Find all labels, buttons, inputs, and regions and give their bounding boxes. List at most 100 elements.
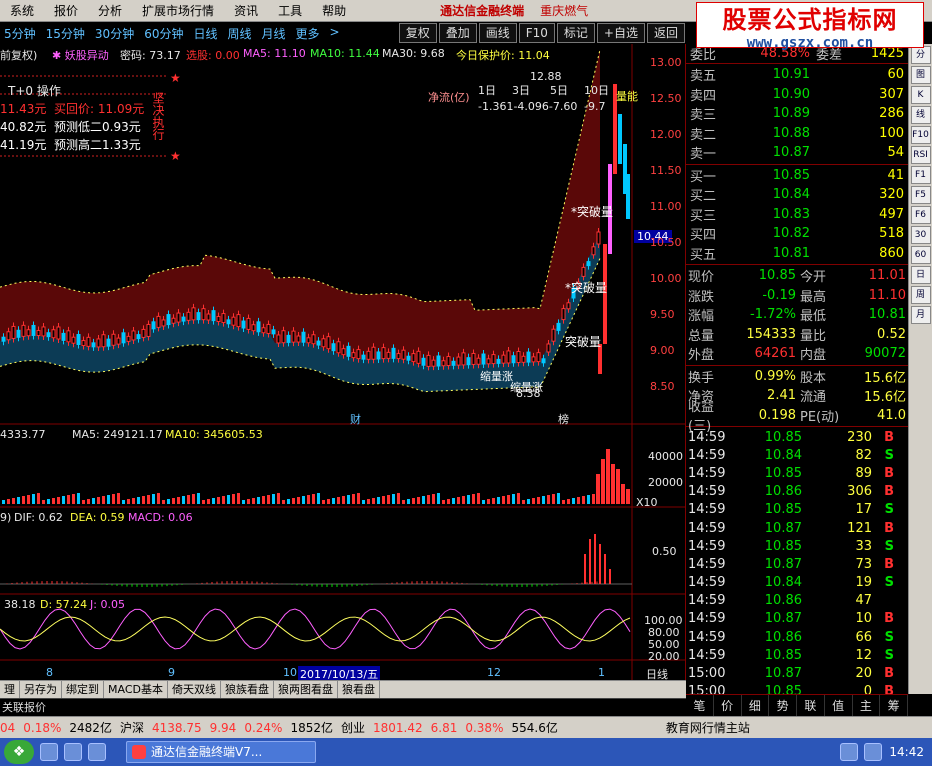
indicator-tab[interactable]: 狼族看盘 xyxy=(221,680,274,699)
candle-body xyxy=(501,354,506,364)
candle-body xyxy=(76,333,81,345)
side-toolbar-button[interactable]: F10 xyxy=(910,126,931,144)
menu-item-quote[interactable]: 报价 xyxy=(44,2,88,19)
candle-body xyxy=(276,334,281,344)
taskbar-app-item[interactable]: 通达信金融终端V7... xyxy=(126,741,316,763)
volume-bar xyxy=(477,493,480,504)
ask-row[interactable]: 卖二 10.88 100 xyxy=(686,124,908,144)
menu-item-extended-market[interactable]: 扩展市场行情 xyxy=(132,2,224,19)
side-toolbar-button[interactable]: 分 xyxy=(910,46,931,64)
side-toolbar-button[interactable]: K xyxy=(910,86,931,104)
side-toolbar-button[interactable]: 图 xyxy=(910,66,931,84)
volume-bar xyxy=(407,499,410,504)
side-toolbar-button[interactable]: 周 xyxy=(910,286,931,304)
side-toolbar-button[interactable]: RSI xyxy=(910,146,931,164)
back-button[interactable]: 返回 xyxy=(646,23,685,43)
volume-bar xyxy=(162,500,165,504)
stat2-row: 收益(三) 0.198 PE(动) 41.0 xyxy=(686,400,908,434)
period-next[interactable]: > xyxy=(330,25,340,42)
mark-button[interactable]: 标记 xyxy=(556,23,595,43)
menu-item-tools[interactable]: 工具 xyxy=(268,2,312,19)
period-5min[interactable]: 5分钟 xyxy=(4,25,36,42)
t0-star-icon: ★ xyxy=(170,149,181,163)
period-more[interactable]: 更多 xyxy=(296,25,320,42)
indicator-tab[interactable]: 狼两图看盘 xyxy=(274,680,338,699)
period-daily[interactable]: 日线 xyxy=(193,25,217,42)
side-toolbar-button[interactable]: F6 xyxy=(910,206,931,224)
net-flow-tab-5d[interactable]: 5日 xyxy=(550,82,568,98)
candle-body xyxy=(116,337,121,345)
bid-row[interactable]: 买三 10.83 497 xyxy=(686,205,908,225)
clock: 14:42 xyxy=(889,745,924,759)
period-weekly[interactable]: 周线 xyxy=(228,25,252,42)
candle-body xyxy=(16,329,21,338)
net-flow-tab-1d[interactable]: 1日 xyxy=(478,82,496,98)
volume-bar xyxy=(2,500,5,504)
quote-tab[interactable]: 联 xyxy=(797,695,825,716)
period-30min[interactable]: 30分钟 xyxy=(95,25,134,42)
side-toolbar-button[interactable]: 60 xyxy=(910,246,931,264)
ask-row[interactable]: 卖四 10.90 307 xyxy=(686,85,908,105)
side-toolbar-button[interactable]: F5 xyxy=(910,186,931,204)
bid-row[interactable]: 买五 10.81 860 xyxy=(686,244,908,264)
ma10-value: MA10: 11.44 xyxy=(310,47,380,60)
quote-tab[interactable]: 值 xyxy=(825,695,853,716)
volume-bar xyxy=(587,495,590,504)
volume-bar xyxy=(142,496,145,504)
overlay-button[interactable]: 叠加 xyxy=(438,23,477,43)
quote-tab[interactable]: 主 xyxy=(853,695,881,716)
net-flow-tab-10d[interactable]: 10日 xyxy=(584,82,609,98)
bid-row[interactable]: 买一 10.85 41 xyxy=(686,166,908,186)
side-toolbar-button[interactable]: 日 xyxy=(910,266,931,284)
candle-body xyxy=(511,355,516,364)
side-toolbar-button[interactable]: 线 xyxy=(910,106,931,124)
quote-tab[interactable]: 筹 xyxy=(880,695,908,716)
indicator-tab[interactable]: 另存为 xyxy=(20,680,62,699)
add-watchlist-button[interactable]: +自选 xyxy=(596,23,645,43)
period-monthly[interactable]: 月线 xyxy=(262,25,286,42)
stat2-value: 0.198 xyxy=(758,407,796,423)
ask-row[interactable]: 卖五 10.91 60 xyxy=(686,65,908,85)
indicator-tab[interactable]: 倚天双线 xyxy=(168,680,221,699)
quote-tab[interactable]: 笔 xyxy=(686,695,714,716)
indicator-tab[interactable]: MACD基本 xyxy=(104,680,168,699)
bid-row[interactable]: 买四 10.82 518 xyxy=(686,224,908,244)
volume-icon[interactable] xyxy=(864,743,882,761)
quote-tab[interactable]: 价 xyxy=(714,695,742,716)
stat-row: 涨跌 -0.19 最高 11.10 xyxy=(686,286,908,306)
kline-chart-area[interactable]: ★ ★ 前复权) ✱ 妖股异动 密码: 73.17 选股: 0.00 MA5: 1… xyxy=(0,44,686,682)
ie-icon[interactable] xyxy=(40,743,58,761)
menu-item-help[interactable]: 帮助 xyxy=(312,2,356,19)
menu-item-analysis[interactable]: 分析 xyxy=(88,2,132,19)
ask-row[interactable]: 卖一 10.87 54 xyxy=(686,143,908,163)
indicator-tab[interactable]: 绑定到 xyxy=(62,680,104,699)
candle-body xyxy=(66,330,71,343)
bid-row[interactable]: 买二 10.84 320 xyxy=(686,185,908,205)
quote-tab[interactable]: 细 xyxy=(742,695,770,716)
side-toolbar-button[interactable]: F1 xyxy=(910,166,931,184)
quote-tab[interactable]: 势 xyxy=(769,695,797,716)
network-icon[interactable] xyxy=(840,743,858,761)
ask-row[interactable]: 卖三 10.89 286 xyxy=(686,104,908,124)
side-toolbar-button[interactable]: 30 xyxy=(910,226,931,244)
linked-quote-row[interactable]: 关联报价 xyxy=(0,698,686,716)
period-60min[interactable]: 60分钟 xyxy=(144,25,183,42)
tick-list[interactable]: 14:59 10.85 230 B 14:59 10.84 82 S 14:59 10.85 89 B… xyxy=(686,428,908,701)
indicator-tab[interactable]: 理 xyxy=(0,680,20,699)
folder-icon[interactable] xyxy=(64,743,82,761)
f10-button[interactable]: F10 xyxy=(518,23,555,43)
period-15min[interactable]: 15分钟 xyxy=(46,25,85,42)
volume-surge-bar xyxy=(626,489,630,504)
draw-line-button[interactable]: 画线 xyxy=(478,23,517,43)
indicator-tab[interactable]: 狼看盘 xyxy=(338,680,380,699)
select-value: 选股: 0.00 xyxy=(186,49,240,62)
start-button[interactable]: ❖ xyxy=(4,740,34,764)
net-flow-tab-3d[interactable]: 3日 xyxy=(512,82,530,98)
media-icon[interactable] xyxy=(88,743,106,761)
menu-item-news[interactable]: 资讯 xyxy=(224,2,268,19)
volume-bar xyxy=(242,500,245,504)
side-toolbar-button[interactable]: 月 xyxy=(910,306,931,324)
volume-bar xyxy=(337,497,340,504)
menu-item-system[interactable]: 系统 xyxy=(0,2,44,19)
restore-right-button[interactable]: 复权 xyxy=(398,23,437,43)
